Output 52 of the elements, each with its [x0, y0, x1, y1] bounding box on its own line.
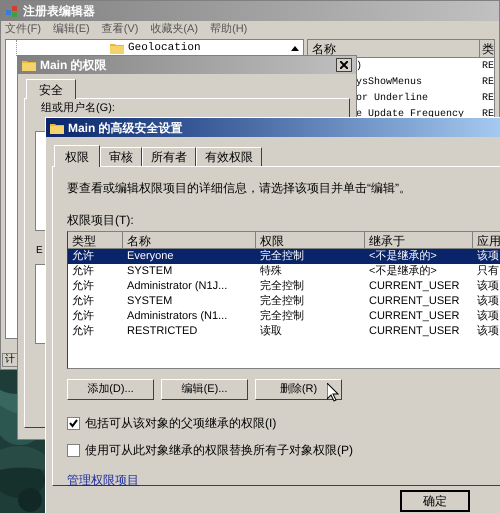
- action-button[interactable]: 添加(D)...: [67, 379, 154, 400]
- field-label: E: [36, 244, 43, 258]
- list-row[interactable]: 允许 Administrator (N1J... 完全控制 CURRENT_USER 该项: [68, 279, 500, 294]
- list-row[interactable]: 允许 Administrators (N1... 完全控制 CURRENT_USER 该项: [68, 309, 500, 324]
- column-header[interactable]: 权限: [256, 232, 365, 249]
- window-title: 注册表编辑器: [23, 3, 95, 20]
- column-header[interactable]: 应用: [473, 232, 500, 249]
- column-header[interactable]: 类: [480, 40, 494, 58]
- column-header[interactable]: 名称: [123, 232, 256, 249]
- ok-button[interactable]: 确定: [400, 490, 470, 512]
- tab[interactable]: 权限: [54, 145, 100, 167]
- link[interactable]: 管理权限项目: [67, 471, 139, 489]
- folder-icon: [22, 59, 36, 71]
- value-name: ysShowMenus: [356, 76, 422, 90]
- menu-item[interactable]: 文件(F): [5, 20, 42, 38]
- value-type: RE: [480, 92, 494, 106]
- checkbox[interactable]: [67, 444, 80, 456]
- folder-icon: [50, 122, 64, 134]
- value-type: RE: [480, 60, 494, 74]
- checkbox-label: 包括可从该对象的父项继承的权限(I): [85, 415, 276, 432]
- action-button[interactable]: 删除(R): [255, 379, 342, 400]
- tab[interactable]: 安全: [26, 79, 76, 99]
- menu-item[interactable]: 帮助(H): [210, 20, 248, 38]
- value-type: RE: [480, 108, 494, 122]
- tab[interactable]: 审核: [100, 147, 142, 166]
- tab[interactable]: 所有者: [142, 147, 196, 166]
- registry-icon: [5, 4, 19, 18]
- close-icon[interactable]: [336, 58, 352, 72]
- field-label: 权限项目(T):: [67, 212, 135, 229]
- tree-item[interactable]: Geolocation: [128, 40, 201, 56]
- tab[interactable]: 有效权限: [196, 147, 262, 166]
- list-row[interactable]: 允许 RESTRICTED 读取 CURRENT_USER 该项: [68, 324, 500, 339]
- action-button[interactable]: 编辑(E)...: [161, 379, 248, 400]
- menu-item[interactable]: 查看(V): [102, 20, 138, 38]
- cursor-icon: [327, 383, 339, 402]
- list-row[interactable]: 允许 SYSTEM 特殊 <不是继承的> 只有: [68, 264, 500, 279]
- list-row[interactable]: 允许 Everyone 完全控制 <不是继承的> 该项: [68, 249, 500, 264]
- column-header[interactable]: 类型: [68, 232, 123, 249]
- dialog-title: Main 的权限: [40, 57, 108, 74]
- value-name: or Underline: [356, 92, 428, 106]
- value-type: RE: [480, 76, 494, 90]
- checkbox-label: 使用可从此对象继承的权限替换所有子对象权限(P): [85, 442, 353, 459]
- folder-icon: [110, 42, 124, 54]
- menu-item[interactable]: 编辑(E): [53, 20, 90, 38]
- checkbox[interactable]: [67, 416, 80, 430]
- list-row[interactable]: 允许 SYSTEM 完全控制 CURRENT_USER 该项: [68, 294, 500, 309]
- value-name: ): [356, 60, 362, 74]
- dialog-title: Main 的高级安全设置: [68, 120, 183, 136]
- column-header[interactable]: 继承于: [365, 232, 473, 249]
- description-text: 要查看或编辑权限项目的详细信息，请选择该项目并单击“编辑”。: [67, 180, 412, 197]
- field-label: 组或用户名(G):: [41, 100, 115, 116]
- menu-item[interactable]: 收藏夹(A): [150, 20, 198, 38]
